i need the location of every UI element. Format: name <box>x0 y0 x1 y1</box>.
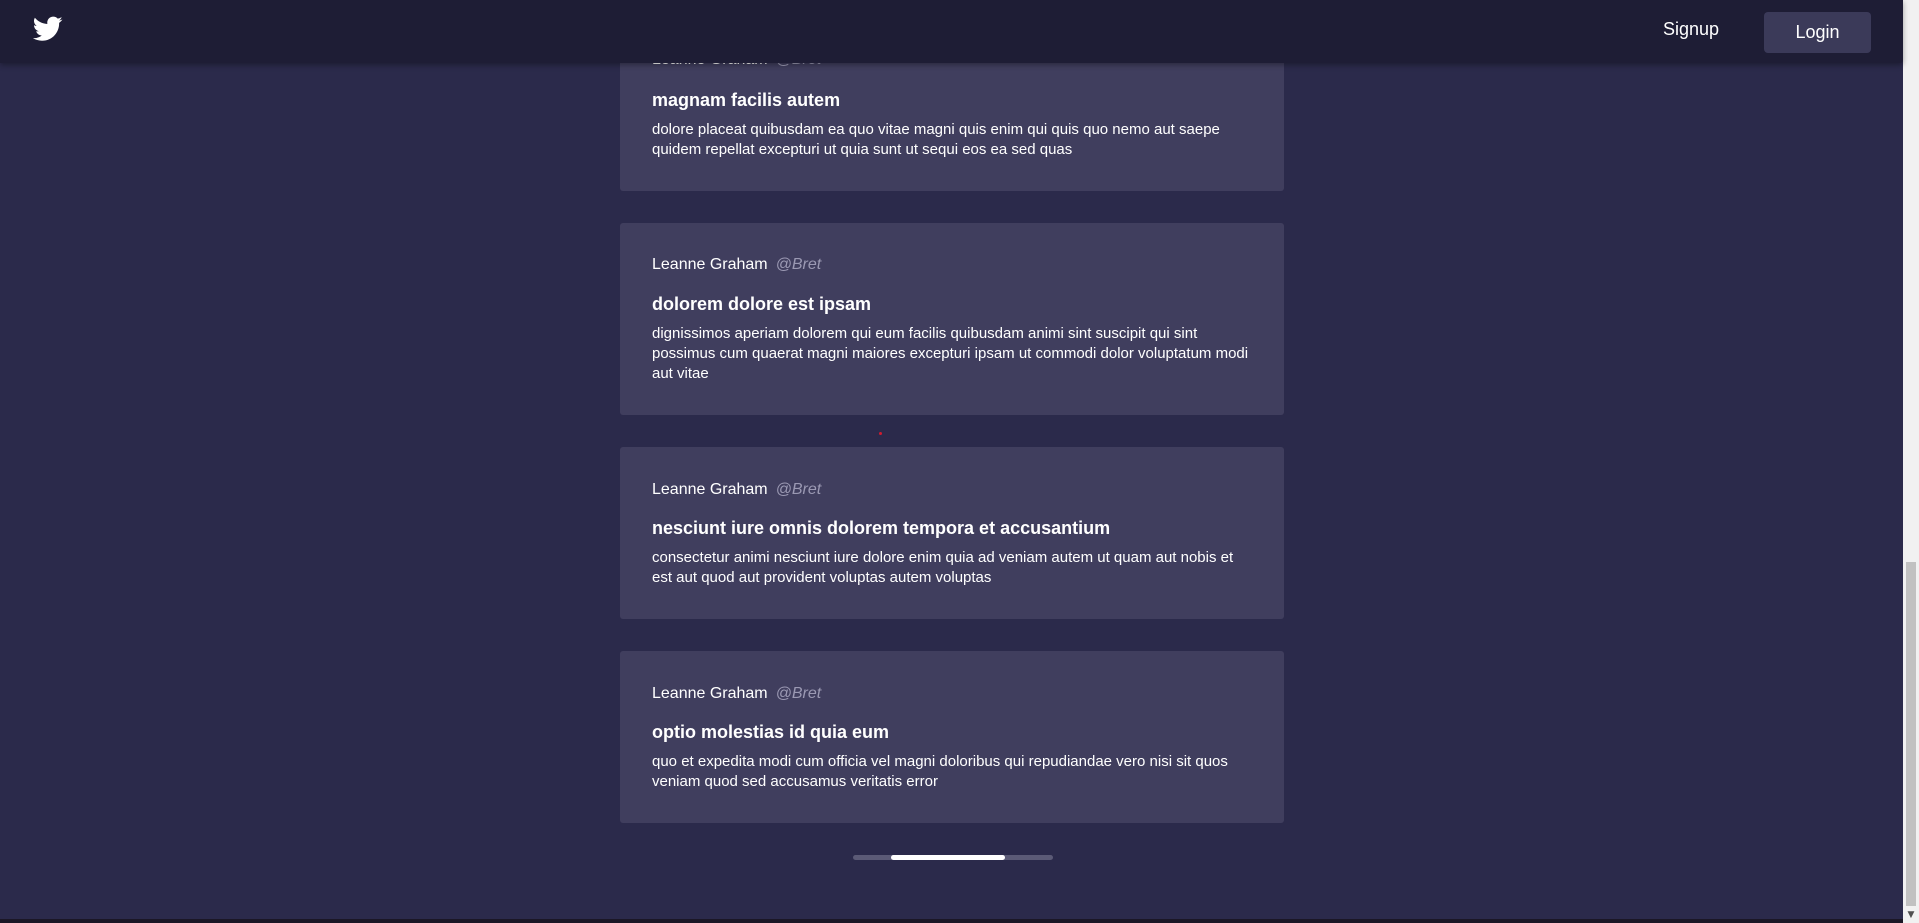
twitter-bird-icon[interactable] <box>33 16 63 42</box>
post-body: quo et expedita modi cum officia vel mag… <box>652 753 1228 790</box>
post-body: consectetur animi nesciunt iure dolore e… <box>652 549 1234 586</box>
post-meta: Leanne Graham @Bret <box>652 685 821 703</box>
post-card: Leanne Graham @Bret optio molestias id qu… <box>620 651 1284 823</box>
post-handle: @Bret <box>775 481 822 498</box>
post-card: Leanne Graham @Bret dolorem dolore est ip… <box>620 223 1284 415</box>
post-title: nesciunt iure omnis dolorem tempora et a… <box>652 518 1111 538</box>
post-author: Leanne Graham <box>652 256 768 273</box>
scroll-down-arrow-icon[interactable]: ▼ <box>1906 910 1916 920</box>
post-title: magnam facilis autem <box>652 90 841 110</box>
bottom-edge <box>0 919 1903 923</box>
top-navbar: Signup Login <box>0 0 1903 63</box>
mouse-cursor-dot <box>879 432 882 435</box>
post-title: optio molestias id quia eum <box>652 722 890 742</box>
post-body: dolore placeat quibusdam ea quo vitae ma… <box>652 121 1220 158</box>
post-meta: Leanne Graham @Bret <box>652 256 821 274</box>
post-meta: Leanne Graham @Bret <box>652 481 821 499</box>
post-author: Leanne Graham <box>652 481 768 498</box>
loading-progress-track <box>853 855 1053 860</box>
post-handle: @Bret <box>775 685 822 702</box>
post-title: dolorem dolore est ipsam <box>652 294 872 314</box>
login-button[interactable]: Login <box>1764 12 1871 53</box>
post-author: Leanne Graham <box>652 685 768 702</box>
post-handle: @Bret <box>775 256 822 273</box>
signup-link[interactable]: Signup <box>1663 19 1719 40</box>
scrollbar-thumb[interactable] <box>1906 562 1916 906</box>
post-card: Leanne Graham @Bret nesciunt iure omnis d… <box>620 447 1284 619</box>
vertical-scrollbar[interactable]: ▼ <box>1903 0 1919 923</box>
loading-progress-fill <box>891 855 1005 860</box>
post-body: dignissimos aperiam dolorem qui eum faci… <box>652 325 1249 382</box>
